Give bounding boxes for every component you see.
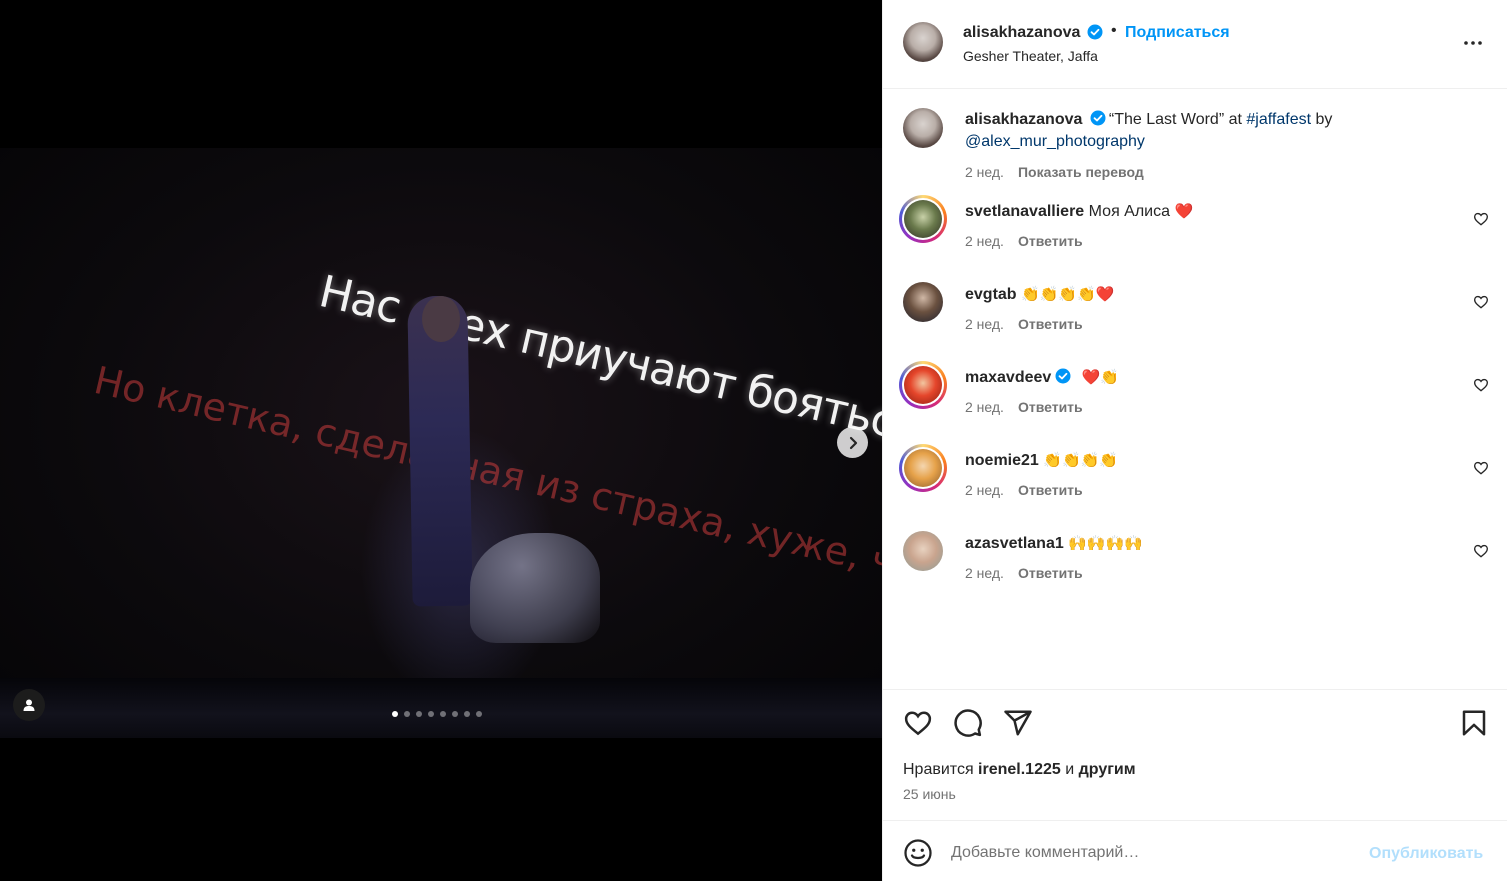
carousel-indicator [392,711,482,717]
comment-emoji: ❤️👏 [1081,369,1120,386]
comment-emoji: 🙌🙌🙌🙌 [1068,535,1143,552]
reply-button[interactable]: Ответить [1018,565,1083,581]
next-slide-button[interactable] [837,427,868,458]
comment-time: 2 нед. [965,482,1004,498]
share-icon[interactable] [1003,708,1033,738]
comment-time: 2 нед. [965,316,1004,332]
comment-meta: 2 нед. Ответить [965,233,1083,249]
comment-text: maxavdeev ❤️👏 [965,367,1445,389]
follow-button[interactable]: Подписаться [1125,24,1230,42]
separator-dot: • [1111,22,1117,39]
publish-button[interactable]: Опубликовать [1369,845,1483,863]
emoji-icon[interactable] [903,838,933,868]
avatar[interactable] [903,282,943,322]
like-comment-heart-icon[interactable] [1473,460,1489,476]
heart-icon[interactable] [903,708,933,738]
comments-list: alisakhazanova “The Last Word” at #jaffa… [883,90,1507,690]
comment-emoji: ❤️ [1174,203,1194,220]
carousel-dot [428,711,434,717]
avatar [904,449,942,487]
tagged-users-button[interactable] [13,689,45,721]
show-translation-button[interactable]: Показать перевод [1018,164,1144,180]
comment-username[interactable]: svetlanavalliere [965,203,1084,220]
like-comment-heart-icon[interactable] [1473,211,1489,227]
liker-username[interactable]: irenel.1225 [978,761,1061,778]
hashtag-link[interactable]: #jaffafest [1246,111,1311,128]
post-header: alisakhazanova • Подписаться Gesher Thea… [883,0,1507,89]
comment-composer: Опубликовать [883,820,1507,881]
comment-body: Моя Алиса [1088,203,1171,220]
comment-meta: 2 нед. Ответить [965,316,1083,332]
avatar[interactable] [903,22,943,62]
user-tag-icon [23,699,35,711]
carousel-dot [476,711,482,717]
verified-icon [1090,110,1106,126]
reply-button[interactable]: Ответить [1018,482,1083,498]
comment-text: evgtab 👏👏👏👏❤️ [965,284,1445,306]
chevron-right-icon [849,436,857,449]
avatar [904,366,942,404]
comment-emoji: 👏👏👏👏 [1043,452,1118,469]
like-comment-heart-icon[interactable] [1473,543,1489,559]
comment-username[interactable]: noemie21 [965,452,1039,469]
comment-username[interactable]: azasvetlana1 [965,535,1064,552]
like-comment-heart-icon[interactable] [1473,377,1489,393]
location-link[interactable]: Gesher Theater, Jaffa [963,48,1098,64]
avatar[interactable] [903,531,943,571]
caption-username[interactable]: alisakhazanova [965,111,1082,128]
avatar-story-ring[interactable] [899,361,947,409]
carousel-dot [416,711,422,717]
carousel-dot [392,711,398,717]
comment-emoji: 👏👏👏👏❤️ [1021,286,1115,303]
mention-link[interactable]: @alex_mur_photography [965,133,1145,150]
comment-text: svetlanavalliere Моя Алиса ❤️ [965,201,1445,223]
verified-icon [1055,368,1071,384]
carousel-dot [452,711,458,717]
reply-button[interactable]: Ответить [1018,399,1083,415]
more-icon[interactable] [1461,31,1485,55]
comment-text: azasvetlana1 🙌🙌🙌🙌 [965,533,1445,555]
avatar[interactable] [903,108,943,148]
reply-button[interactable]: Ответить [1018,316,1083,332]
author-username[interactable]: alisakhazanova [963,24,1080,42]
performer-figure [407,295,473,607]
likes-others-link[interactable]: другим [1079,761,1136,778]
avatar-story-ring[interactable] [899,444,947,492]
post-modal: Но клетка, сделанная из страха, хуже, че… [0,0,1507,881]
like-comment-heart-icon[interactable] [1473,294,1489,310]
stage-prop [470,533,600,643]
likes-summary: Нравится irenel.1225 и другим [903,761,1136,778]
action-bar: Нравится irenel.1225 и другим 25 июнь [883,689,1507,820]
post-sidebar: alisakhazanova • Подписаться Gesher Thea… [882,0,1507,881]
comment-icon[interactable] [953,708,983,738]
comment-time: 2 нед. [965,565,1004,581]
comment-text: noemie21 👏👏👏👏 [965,450,1445,472]
comment-meta: 2 нед. Ответить [965,399,1083,415]
caption-meta: 2 нед. Показать перевод [965,164,1144,180]
comment-input[interactable] [951,839,1351,867]
avatar [904,200,942,238]
carousel-dot [464,711,470,717]
comment-username[interactable]: maxavdeev [965,369,1051,386]
stage-floor [0,678,882,738]
carousel-dot [440,711,446,717]
media-panel: Но клетка, сделанная из страха, хуже, че… [0,0,882,881]
reply-button[interactable]: Ответить [1018,233,1083,249]
comment-meta: 2 нед. Ответить [965,565,1083,581]
comment-username[interactable]: evgtab [965,286,1017,303]
caption-text: alisakhazanova “The Last Word” at #jaffa… [965,110,1333,150]
comment-meta: 2 нед. Ответить [965,482,1083,498]
verified-icon [1087,24,1103,40]
comment-time: 2 нед. [965,399,1004,415]
avatar-story-ring[interactable] [899,195,947,243]
post-photo[interactable]: Но клетка, сделанная из страха, хуже, че… [0,148,882,738]
caption-time: 2 нед. [965,164,1004,180]
carousel-dot [404,711,410,717]
bookmark-icon[interactable] [1459,708,1489,738]
post-date[interactable]: 25 июнь [903,786,956,802]
comment-time: 2 нед. [965,233,1004,249]
